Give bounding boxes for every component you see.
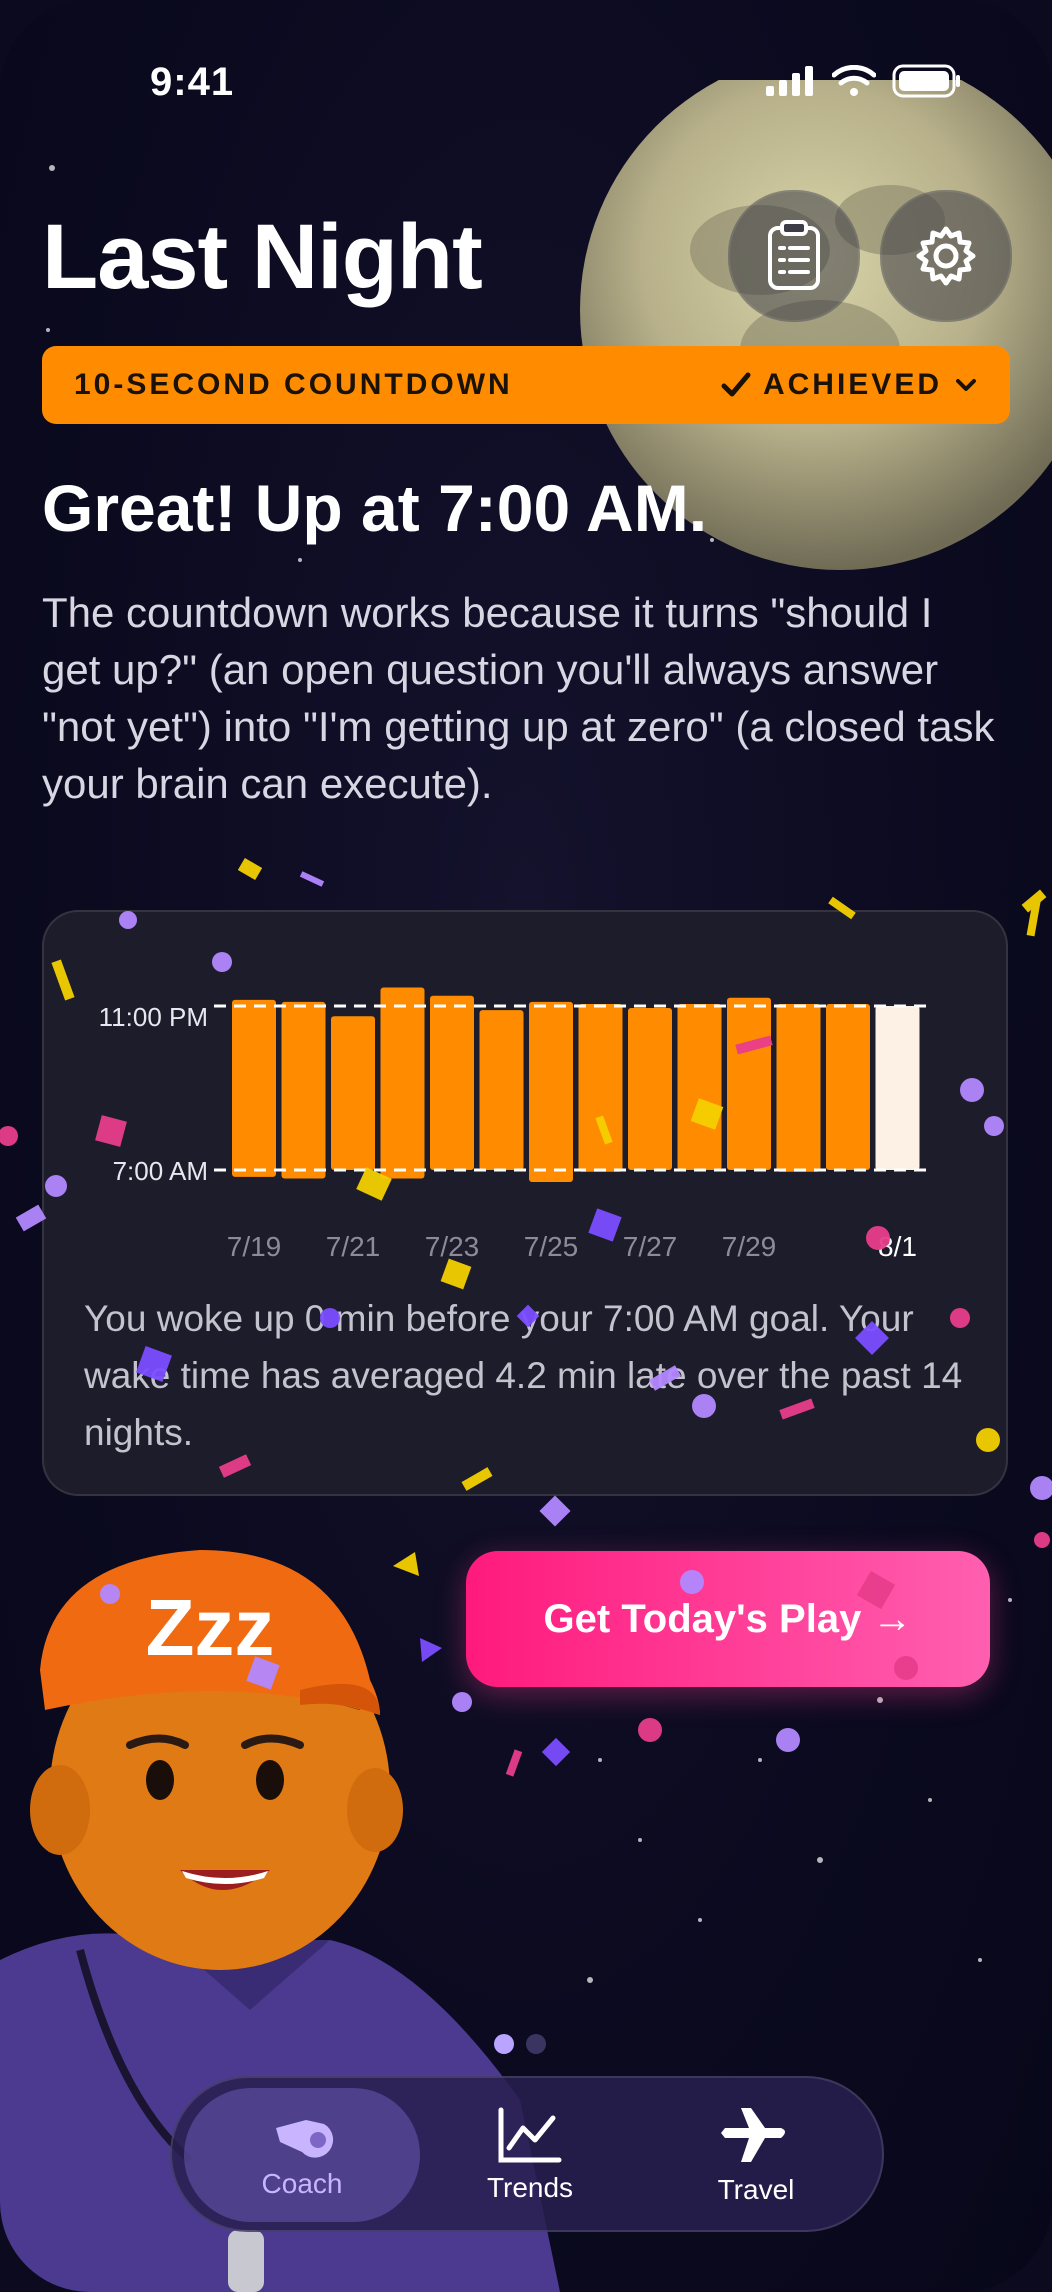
sleep-bar-7-25 — [529, 1001, 573, 1182]
sleep-bar-7-21 — [331, 1016, 375, 1170]
sleep-bar-7-20 — [281, 1001, 326, 1179]
tab-trends[interactable]: Trends — [412, 2088, 648, 2222]
sleep-bar-7-27 — [628, 1008, 672, 1170]
sleep-bar-7-24 — [479, 1010, 524, 1170]
x-tick-label: 7/29 — [722, 1231, 777, 1262]
sleep-bar-7-30 — [776, 1003, 821, 1172]
app-screen: 9:41 Last Night 10-SECOND COUNTDOWN ACHI… — [0, 0, 1052, 2292]
page-indicator — [494, 2034, 546, 2054]
wake-summary: You woke up 0 min before your 7:00 AM go… — [84, 1298, 963, 1453]
airplane-icon — [721, 2108, 785, 2162]
x-tick-label: 7/19 — [227, 1231, 282, 1262]
x-tick-label: 7/21 — [326, 1231, 381, 1262]
x-tick-label: 7/27 — [623, 1231, 678, 1262]
sleep-bar-7-28 — [677, 1003, 722, 1170]
sleep-bar-7-31 — [826, 1003, 870, 1170]
whistle-icon — [276, 2120, 334, 2158]
x-tick-label: 7/23 — [425, 1231, 480, 1262]
trend-chart-icon — [498, 2107, 562, 2163]
sleep-bar-7-19 — [232, 999, 276, 1177]
y-axis-label-bedtime: 11:00 PM — [99, 1002, 208, 1032]
tab-coach[interactable]: Coach — [184, 2088, 420, 2222]
sleep-bar-8-1 — [875, 1006, 920, 1170]
x-tick-label: 8/1 — [878, 1231, 917, 1262]
page-dot-active — [494, 2034, 514, 2054]
mascot-cap-text: Zzz — [146, 1583, 275, 1672]
x-tick-label: 7/25 — [524, 1231, 579, 1262]
sleep-bar-7-26 — [578, 1003, 623, 1172]
bottom-tab-bar: Coach Trends Travel — [170, 2076, 884, 2232]
sleep-bar-7-29 — [727, 997, 771, 1170]
sleep-bar-7-23 — [430, 995, 474, 1170]
tab-coach-label: Coach — [261, 2168, 343, 2199]
tab-trends-label: Trends — [486, 2172, 574, 2203]
y-axis-label-wake: 7:00 AM — [113, 1156, 208, 1186]
page-dot — [526, 2034, 546, 2054]
sleep-bar-7-22 — [380, 987, 425, 1179]
tab-travel-label: Travel — [717, 2174, 795, 2205]
tab-travel[interactable]: Travel — [638, 2088, 874, 2222]
